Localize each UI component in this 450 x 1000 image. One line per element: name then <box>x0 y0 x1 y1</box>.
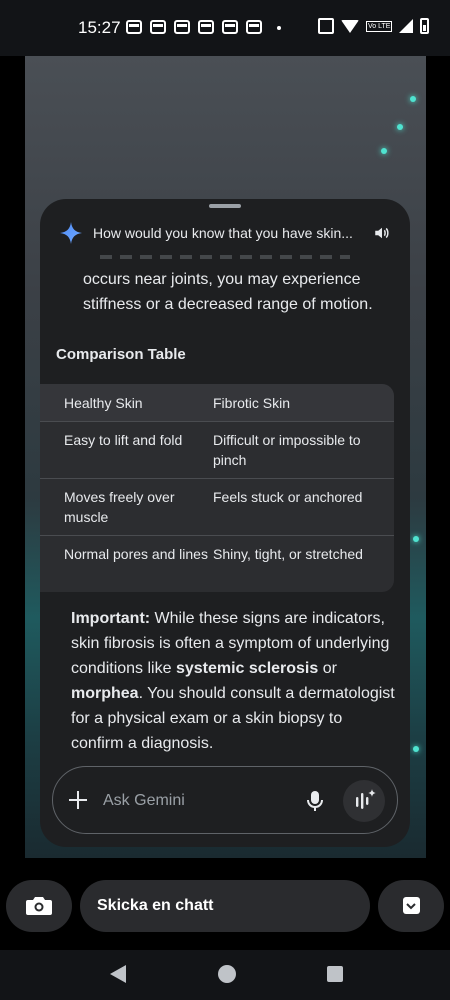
table-row: Easy to lift and fold Difficult or impos… <box>40 421 394 478</box>
more-notifications-dot-icon <box>277 26 281 30</box>
table-heading: Comparison Table <box>56 346 186 363</box>
battery-icon <box>420 18 430 34</box>
table-header-row: Healthy Skin Fibrotic Skin <box>40 384 394 421</box>
light-dot <box>397 124 403 130</box>
table-header-cell: Fibrotic Skin <box>213 394 291 411</box>
speaker-icon[interactable] <box>373 224 391 242</box>
clipped-text-line <box>100 255 350 259</box>
sticker-button[interactable] <box>378 880 444 932</box>
status-bar: 15:27 Vo LTE <box>0 0 450 56</box>
sticker-icon <box>403 897 420 914</box>
light-dot <box>413 536 419 542</box>
table-row: Normal pores and lines Shiny, tight, or … <box>40 535 394 592</box>
notification-icons <box>126 20 262 34</box>
gemini-live-button[interactable] <box>343 780 385 822</box>
important-term: systemic sclerosis <box>175 660 319 677</box>
notification-icon <box>150 20 166 34</box>
important-note: Important: While these signs are indicat… <box>71 606 396 756</box>
camera-icon <box>26 897 52 915</box>
light-dot <box>413 746 419 752</box>
gemini-overlay-panel: How would you know that you have skin...… <box>40 199 410 847</box>
wifi-icon <box>341 19 359 33</box>
recents-icon[interactable] <box>327 966 343 982</box>
table-cell: Easy to lift and fold <box>64 432 183 448</box>
important-text: or <box>318 660 337 677</box>
ask-gemini-bar <box>52 766 398 834</box>
gemini-spark-icon <box>60 222 82 244</box>
chat-input-field[interactable]: Skicka en chatt <box>80 880 370 932</box>
notification-icon <box>126 20 142 34</box>
table-cell: Feels stuck or anchored <box>213 489 363 505</box>
drag-handle[interactable] <box>209 204 241 208</box>
comparison-table: Healthy Skin Fibrotic Skin Easy to lift … <box>40 384 394 592</box>
live-waveform-icon <box>356 789 376 809</box>
home-icon[interactable] <box>218 965 236 983</box>
important-label: Important: <box>71 610 151 627</box>
nfc-icon <box>318 18 334 34</box>
table-cell: Moves freely over muscle <box>64 489 175 525</box>
response-text: occurs near joints, you may experience s… <box>83 271 373 313</box>
status-time: 15:27 <box>78 18 121 37</box>
signal-icon <box>399 19 414 33</box>
notification-icon <box>174 20 190 34</box>
table-cell: Shiny, tight, or stretched <box>213 546 363 562</box>
table-cell: Difficult or impossible to pinch <box>213 432 361 468</box>
light-dot <box>410 96 416 102</box>
notification-icon <box>246 20 262 34</box>
back-icon[interactable] <box>110 965 126 983</box>
camera-button[interactable] <box>6 880 72 932</box>
light-dot <box>381 148 387 154</box>
important-term: morphea <box>71 685 139 702</box>
system-navigation-bar <box>0 950 450 1000</box>
table-row: Moves freely over muscle Feels stuck or … <box>40 478 394 535</box>
volte-icon: Vo LTE <box>366 20 393 32</box>
system-status-icons: Vo LTE <box>318 18 430 34</box>
microphone-icon[interactable] <box>305 789 325 813</box>
chat-bar: Skicka en chatt <box>0 858 450 950</box>
table-header-cell: Healthy Skin <box>64 394 143 411</box>
notification-icon <box>222 20 238 34</box>
table-cell: Normal pores and lines <box>64 546 208 562</box>
add-attachment-icon[interactable] <box>67 789 89 811</box>
prompt-title[interactable]: How would you know that you have skin... <box>93 225 373 241</box>
notification-icon <box>198 20 214 34</box>
ask-gemini-input[interactable] <box>103 789 283 813</box>
